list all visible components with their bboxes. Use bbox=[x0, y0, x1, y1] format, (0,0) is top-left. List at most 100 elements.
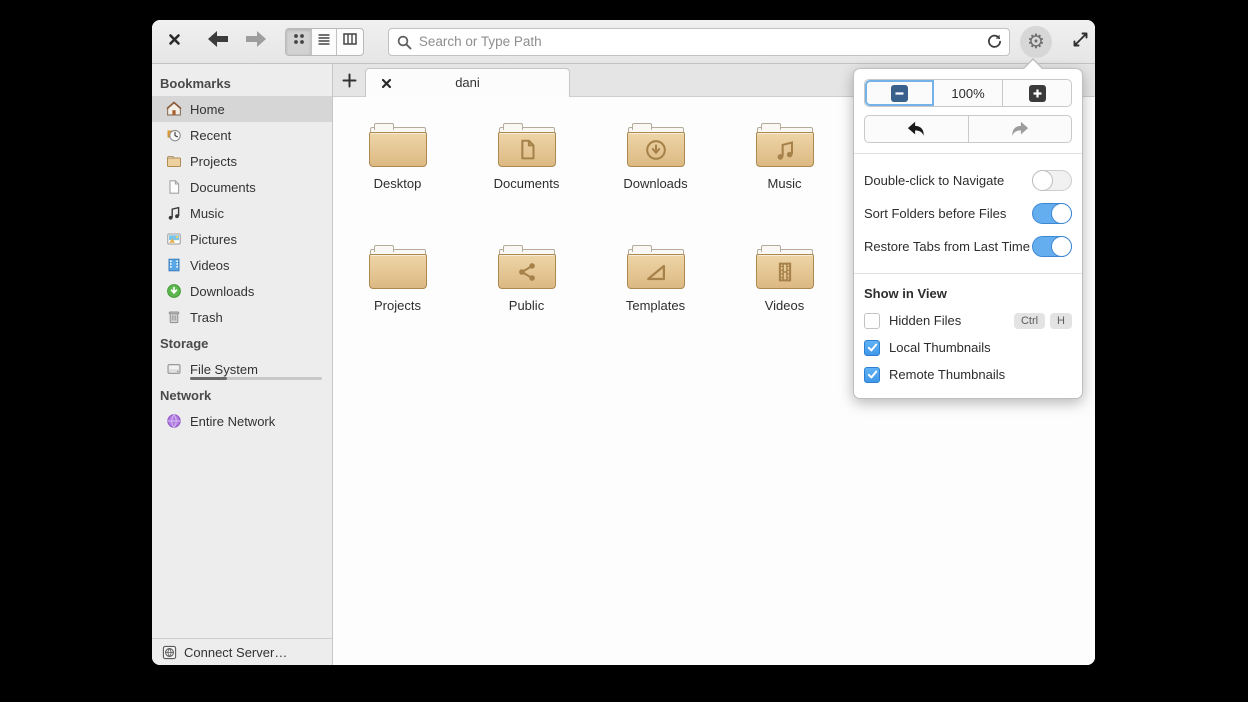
fullscreen-button[interactable] bbox=[1066, 27, 1095, 57]
sidebar-item-label: File System bbox=[190, 361, 258, 377]
search-icon bbox=[396, 34, 413, 56]
file-item-public[interactable]: Public bbox=[462, 233, 591, 355]
template-emblem-icon bbox=[646, 264, 665, 280]
file-name: Public bbox=[508, 298, 545, 313]
file-name: Documents bbox=[493, 176, 560, 191]
sidebar-item-music[interactable]: Music bbox=[152, 200, 332, 226]
sort-folders-toggle[interactable] bbox=[1032, 203, 1072, 224]
forward-arrow-icon bbox=[245, 30, 267, 53]
local-thumbnails-checkbox[interactable] bbox=[864, 339, 880, 356]
file-item-documents[interactable]: Documents bbox=[462, 111, 591, 233]
close-icon bbox=[381, 78, 391, 89]
reload-button[interactable] bbox=[982, 31, 1006, 53]
popover-forward-button[interactable] bbox=[969, 116, 1072, 142]
file-item-music[interactable]: Music bbox=[720, 111, 849, 233]
check-icon bbox=[867, 370, 877, 379]
sidebar-section-bookmarks: Bookmarks bbox=[160, 76, 231, 91]
sidebar-item-documents[interactable]: Documents bbox=[152, 174, 332, 200]
setting-restore-tabs: Restore Tabs from Last Time bbox=[864, 230, 1072, 263]
sidebar-item-videos[interactable]: Videos bbox=[152, 252, 332, 278]
sidebar-item-entire-network[interactable]: Entire Network bbox=[152, 408, 332, 434]
setting-label: Sort Folders before Files bbox=[864, 206, 1007, 221]
disk-usage-bar bbox=[190, 377, 322, 380]
popover-back-button[interactable] bbox=[865, 116, 969, 142]
tab-title: dani bbox=[455, 75, 480, 90]
connect-server-button[interactable]: Connect Server… bbox=[152, 638, 332, 665]
tab-close-button[interactable] bbox=[378, 76, 394, 92]
remote-thumbnails-checkbox[interactable] bbox=[864, 366, 880, 383]
folder-icon bbox=[755, 243, 814, 289]
file-manager-window: ⚙ Bookmarks Home Recent Projects bbox=[152, 20, 1095, 665]
sidebar-item-downloads[interactable]: Downloads bbox=[152, 278, 332, 304]
setting-label: Double-click to Navigate bbox=[864, 173, 1005, 188]
zoom-out-icon bbox=[890, 84, 908, 102]
sidebar-item-label: Home bbox=[190, 101, 225, 117]
undo-arrow-icon bbox=[908, 121, 924, 136]
window-close-button[interactable] bbox=[160, 27, 189, 57]
search-bar bbox=[387, 27, 1011, 56]
option-local-thumbnails[interactable]: Local Thumbnails bbox=[864, 334, 1072, 361]
folder-icon bbox=[368, 121, 427, 167]
folder-icon bbox=[368, 243, 427, 289]
zoom-out-button[interactable] bbox=[865, 80, 934, 106]
sidebar-section-storage: Storage bbox=[160, 336, 209, 351]
network-icon bbox=[167, 414, 181, 428]
gear-icon: ⚙ bbox=[1026, 30, 1045, 53]
back-button[interactable] bbox=[203, 27, 233, 57]
film-icon bbox=[168, 258, 180, 272]
folder-icon bbox=[497, 121, 556, 167]
zoom-in-icon bbox=[1028, 84, 1046, 102]
option-label: Hidden Files bbox=[889, 313, 962, 328]
sidebar-item-recent[interactable]: Recent bbox=[152, 122, 332, 148]
view-switcher bbox=[285, 27, 364, 56]
sidebar-item-label: Downloads bbox=[190, 283, 255, 299]
harddisk-icon bbox=[167, 364, 181, 374]
restore-tabs-toggle[interactable] bbox=[1032, 236, 1072, 257]
folder-icon bbox=[497, 243, 556, 289]
zoom-level-value: 100% bbox=[951, 85, 985, 101]
home-icon bbox=[166, 101, 182, 116]
column-view-button[interactable] bbox=[337, 29, 362, 55]
settings-popover: 100% Double-click to Navigate Sort Folde… bbox=[853, 58, 1083, 399]
hidden-files-checkbox[interactable] bbox=[864, 312, 880, 329]
back-arrow-icon bbox=[207, 30, 229, 53]
column-view-icon bbox=[342, 31, 358, 52]
new-tab-button[interactable] bbox=[333, 64, 365, 96]
file-item-templates[interactable]: Templates bbox=[591, 233, 720, 355]
tab-dani[interactable]: dani bbox=[365, 67, 570, 97]
search-input[interactable] bbox=[387, 27, 1011, 56]
settings-button[interactable]: ⚙ bbox=[1020, 25, 1052, 58]
key-h: H bbox=[1050, 312, 1072, 329]
file-item-downloads[interactable]: Downloads bbox=[591, 111, 720, 233]
sidebar-item-projects[interactable]: Projects bbox=[152, 148, 332, 174]
download-icon bbox=[167, 284, 181, 298]
forward-button[interactable] bbox=[241, 27, 271, 57]
sidebar-item-trash[interactable]: Trash bbox=[152, 304, 332, 330]
option-hidden-files[interactable]: Hidden Files Ctrl H bbox=[864, 307, 1072, 334]
sidebar-item-label: Trash bbox=[190, 309, 223, 325]
file-name: Music bbox=[767, 176, 802, 191]
download-emblem-icon bbox=[645, 139, 666, 160]
sidebar-item-file-system[interactable]: File System bbox=[152, 356, 332, 382]
key-ctrl: Ctrl bbox=[1013, 312, 1046, 329]
file-name: Videos bbox=[764, 298, 805, 313]
sidebar-item-label: Pictures bbox=[190, 231, 237, 247]
grid-view-button[interactable] bbox=[286, 28, 312, 55]
grid-view-icon bbox=[291, 31, 307, 52]
picture-icon bbox=[167, 233, 181, 245]
double-click-toggle[interactable] bbox=[1032, 170, 1072, 191]
list-view-button[interactable] bbox=[312, 28, 338, 55]
sidebar-item-pictures[interactable]: Pictures bbox=[152, 226, 332, 252]
toolbar: ⚙ bbox=[152, 20, 1095, 64]
file-item-desktop[interactable]: Desktop bbox=[333, 111, 462, 233]
separator bbox=[854, 153, 1082, 154]
zoom-in-button[interactable] bbox=[1003, 80, 1071, 106]
connect-server-label: Connect Server… bbox=[184, 644, 288, 660]
sidebar-item-label: Music bbox=[190, 205, 224, 221]
option-remote-thumbnails[interactable]: Remote Thumbnails bbox=[864, 361, 1072, 388]
expand-icon bbox=[1072, 31, 1089, 53]
file-item-projects[interactable]: Projects bbox=[333, 233, 462, 355]
sidebar-item-home[interactable]: Home bbox=[152, 96, 332, 122]
zoom-level-button[interactable]: 100% bbox=[934, 80, 1003, 106]
file-item-videos[interactable]: Videos bbox=[720, 233, 849, 355]
